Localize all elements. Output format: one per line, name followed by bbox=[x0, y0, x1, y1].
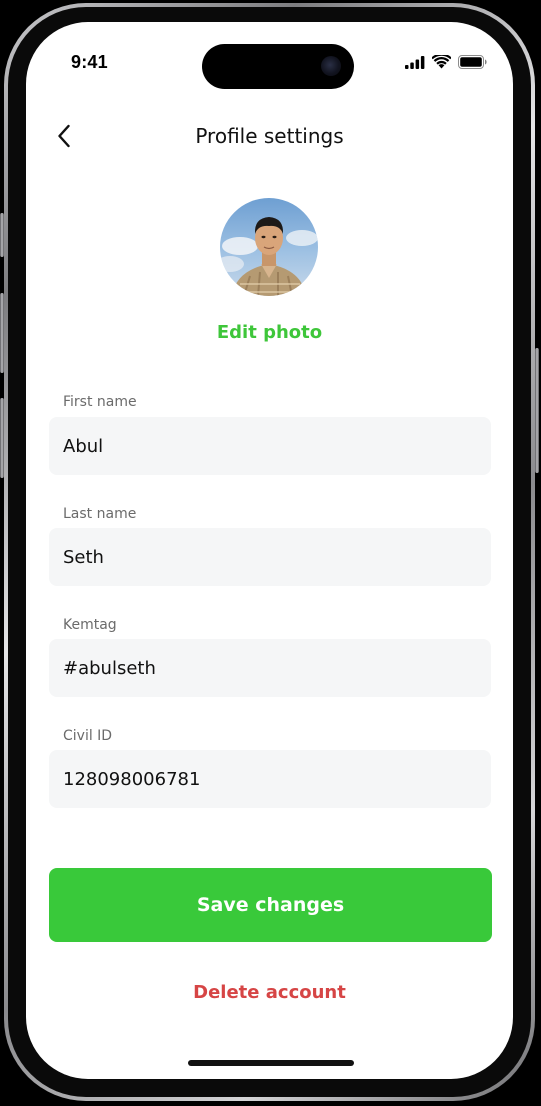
nav-bar: Profile settings bbox=[26, 114, 513, 158]
first-name-input[interactable] bbox=[63, 435, 477, 457]
power-button bbox=[535, 348, 539, 473]
avatar[interactable] bbox=[220, 198, 318, 296]
status-time: 9:41 bbox=[71, 52, 108, 72]
edit-photo-link: Edit photo bbox=[26, 322, 513, 343]
kemtag-label: Kemtag bbox=[63, 617, 117, 633]
civil-id-input[interactable] bbox=[63, 768, 477, 790]
dynamic-island bbox=[202, 44, 354, 89]
status-bar: 9:41 bbox=[26, 22, 513, 92]
last-name-input[interactable] bbox=[63, 546, 477, 568]
silent-switch bbox=[0, 213, 4, 257]
screen: 9:41 Profile settings Edit photo First n… bbox=[26, 22, 513, 1079]
last-name-label: Last name bbox=[63, 506, 137, 522]
battery-icon bbox=[458, 55, 487, 69]
status-icons bbox=[405, 55, 487, 69]
kemtag-input[interactable] bbox=[63, 657, 477, 679]
page-title: Profile settings bbox=[195, 124, 344, 148]
first-name-field[interactable] bbox=[49, 417, 491, 475]
civil-id-field[interactable] bbox=[49, 750, 491, 808]
wifi-icon bbox=[432, 55, 451, 69]
save-changes-button[interactable]: Save changes bbox=[49, 868, 492, 942]
civil-id-label: Civil ID bbox=[63, 728, 113, 744]
home-indicator[interactable] bbox=[188, 1060, 354, 1066]
phone-frame: 9:41 Profile settings Edit photo First n… bbox=[0, 3, 539, 1101]
volume-down-button bbox=[0, 398, 4, 478]
kemtag-field[interactable] bbox=[49, 639, 491, 697]
cellular-signal-icon bbox=[405, 55, 425, 69]
phone-bezel: 9:41 Profile settings Edit photo First n… bbox=[8, 7, 531, 1097]
volume-up-button bbox=[0, 293, 4, 373]
edit-photo-button[interactable]: Edit photo bbox=[217, 322, 322, 343]
front-camera-icon bbox=[321, 56, 341, 76]
delete-account-button[interactable]: Delete account bbox=[26, 982, 513, 1003]
profile-photo bbox=[220, 198, 318, 296]
last-name-field[interactable] bbox=[49, 528, 491, 586]
first-name-label: First name bbox=[63, 394, 137, 410]
